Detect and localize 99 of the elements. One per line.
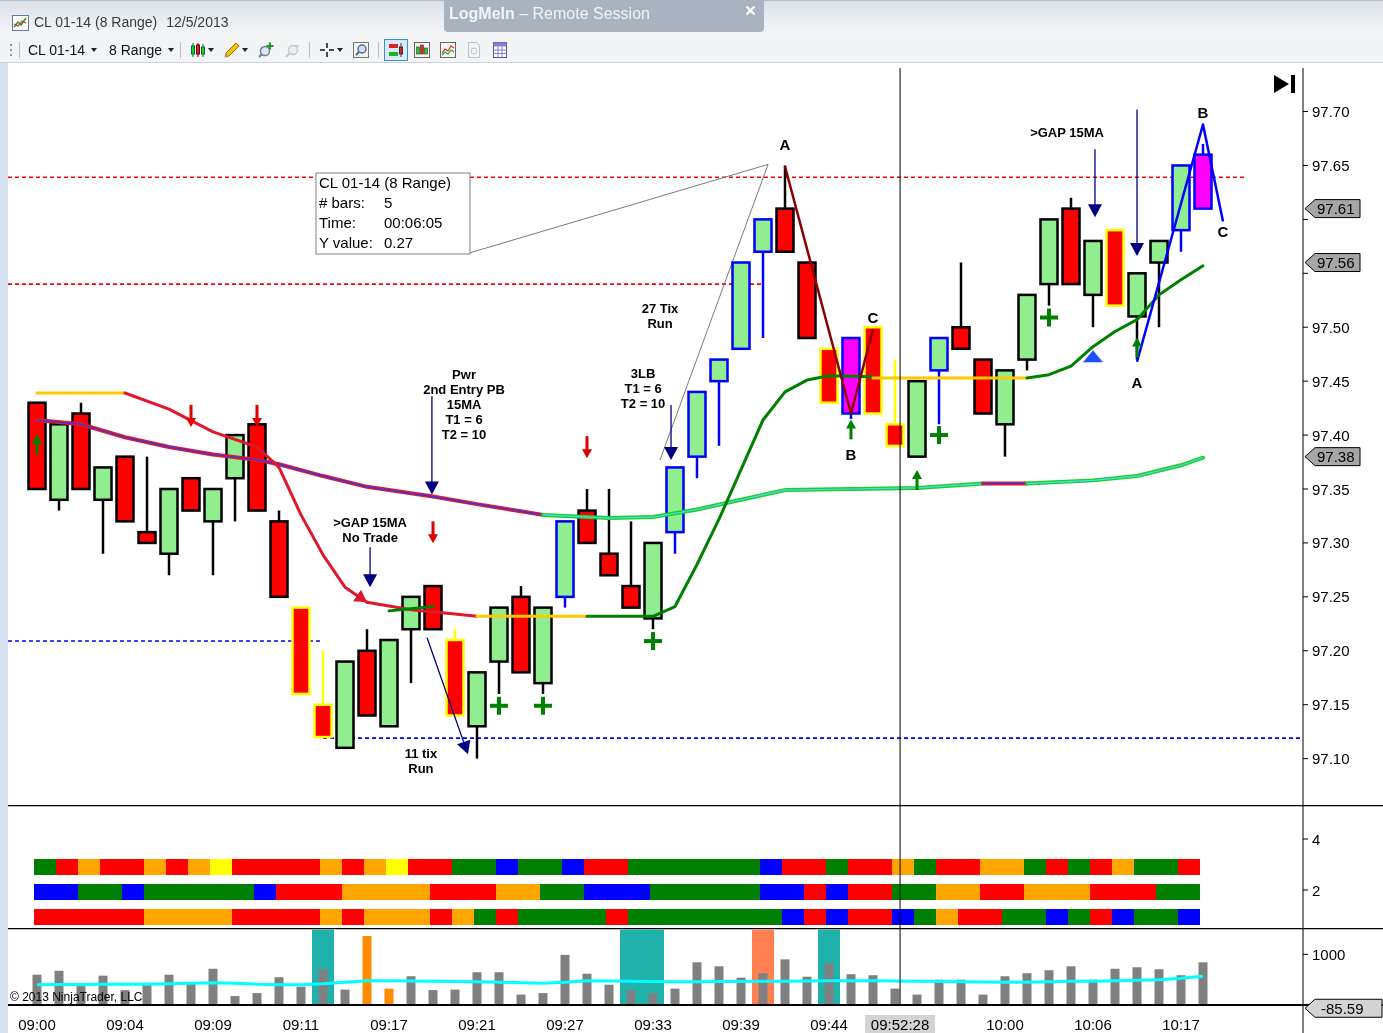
- price-label: 97.45: [1312, 372, 1350, 390]
- axis-label: 1000: [1312, 945, 1346, 963]
- time-label: 09:04: [106, 1015, 144, 1033]
- toolbar-button[interactable]: [384, 38, 408, 61]
- document-icon: [466, 41, 482, 58]
- up-arrow-icon: [32, 434, 42, 455]
- down-arrow-icon: [252, 404, 262, 427]
- magnifier-icon: [353, 41, 369, 58]
- caret-icon: [337, 47, 343, 52]
- point-label: A: [1131, 373, 1143, 391]
- caret-icon: [91, 47, 98, 52]
- time-label: 09:44: [810, 1015, 848, 1033]
- plus-icon: [1040, 308, 1058, 327]
- pointer-arrow: [664, 404, 679, 460]
- caret-icon: [168, 47, 174, 52]
- point-label: A: [779, 136, 791, 154]
- crosshair-icon: [319, 41, 335, 58]
- pencil-icon: [224, 41, 240, 58]
- time-label: 09:33: [634, 1015, 672, 1033]
- plus-icon: [490, 696, 508, 715]
- time-label: 09:11: [282, 1015, 320, 1033]
- point-label: C: [867, 309, 879, 326]
- tooltip-value: 0.27: [383, 233, 414, 251]
- period-dropdown[interactable]: 8 Range: [107, 39, 176, 60]
- up-arrow-icon: [912, 470, 922, 491]
- time-label: 10:00: [986, 1015, 1024, 1033]
- tooltip-label: Time:: [318, 213, 356, 231]
- chart-note: Pwr 2nd Entry PB 15MA T1 = 6 T2 = 10: [423, 367, 505, 443]
- chart-note: >GAP 15MA: [1030, 124, 1104, 140]
- price-label: 97.35: [1312, 480, 1350, 498]
- pointer-arrow: [363, 546, 378, 588]
- plus-icon: [534, 696, 552, 715]
- order-bars-icon: [388, 41, 404, 58]
- price-label: 97.65: [1312, 156, 1350, 174]
- point-label: B: [1197, 104, 1209, 122]
- plus-icon: [930, 426, 948, 445]
- price-label: 97.15: [1312, 696, 1350, 714]
- chart-note: >GAP 15MA No Trade: [333, 514, 407, 545]
- window-date: 12/5/2013: [166, 13, 229, 32]
- time-label: 09:09: [194, 1015, 232, 1033]
- axis-label: 4: [1312, 830, 1321, 848]
- banner-title: LogMeIn – Remote Session: [449, 4, 650, 24]
- price-label: 97.25: [1312, 588, 1350, 606]
- window-title: CL 01-14 (8 Range): [34, 13, 158, 32]
- candlestick: [577, 489, 597, 545]
- chart-note: 27 Tix Run: [641, 301, 679, 332]
- candlestick: [181, 476, 201, 512]
- time-label: 10:17: [1162, 1015, 1200, 1033]
- bar-chart-icon: [414, 41, 430, 58]
- skip-to-end-icon[interactable]: [1274, 75, 1295, 93]
- candlestick: [819, 347, 839, 404]
- tooltip-value: 5: [383, 193, 393, 211]
- down-arrow-icon: [582, 436, 592, 459]
- price-label: 97.30: [1312, 534, 1350, 552]
- candlestick: [1193, 143, 1213, 210]
- zoom-in-icon: [258, 41, 274, 58]
- plus-icon: [644, 632, 662, 651]
- close-icon: [745, 5, 756, 16]
- tooltip-label: Y value:: [318, 233, 373, 251]
- chart-note: 3LB T1 = 6 T2 = 10: [620, 366, 666, 412]
- cursor-time-label: 09:52:28: [865, 1015, 936, 1033]
- point-label: B: [845, 446, 857, 463]
- down-arrow-icon: [428, 521, 438, 544]
- down-arrow-icon: [186, 404, 196, 427]
- candlestick: [115, 455, 135, 523]
- point-label: C: [1217, 222, 1229, 240]
- tooltip-value: 00:06:05: [383, 213, 443, 231]
- time-label: 09:27: [546, 1015, 584, 1033]
- tooltip-title: CL 01-14 (8 Range): [318, 173, 451, 191]
- price-tag: -85.59: [1304, 998, 1383, 1018]
- price-tag: 97.61: [1304, 199, 1361, 219]
- chart-icon: [12, 14, 29, 31]
- price-label: 97.40: [1312, 426, 1350, 444]
- pointer-arrow: [1088, 148, 1102, 218]
- price-label: 97.20: [1312, 642, 1350, 660]
- price-tag: 97.56: [1304, 253, 1361, 272]
- instrument-dropdown[interactable]: CL 01-14: [26, 39, 100, 60]
- price-tag: 97.38: [1304, 447, 1361, 467]
- caret-icon: [242, 47, 248, 52]
- time-label: 09:39: [722, 1015, 760, 1033]
- caret-icon: [208, 47, 214, 52]
- copyright-text: © 2013 NinjaTrader, LLC: [10, 990, 143, 1004]
- up-arrow-icon: [846, 419, 856, 440]
- candlestick-icon: [190, 41, 206, 58]
- time-label: 09:17: [370, 1015, 408, 1033]
- price-label: 97.10: [1312, 750, 1350, 768]
- price-label: 97.70: [1312, 103, 1350, 121]
- price-label: 97.50: [1312, 318, 1350, 336]
- axis-label: 2: [1312, 881, 1321, 899]
- time-label: 09:21: [458, 1015, 496, 1033]
- time-label: 10:06: [1074, 1015, 1112, 1033]
- up-arrow-icon: [1132, 337, 1142, 358]
- tooltip-label: # bars:: [318, 193, 365, 211]
- time-label: 09:00: [18, 1015, 56, 1033]
- triangle-icon: [1083, 350, 1103, 363]
- candlestick: [973, 358, 993, 415]
- table-icon: [492, 41, 508, 58]
- chart-note: 11 tix Run: [404, 745, 438, 776]
- line-chart-icon: [440, 41, 456, 58]
